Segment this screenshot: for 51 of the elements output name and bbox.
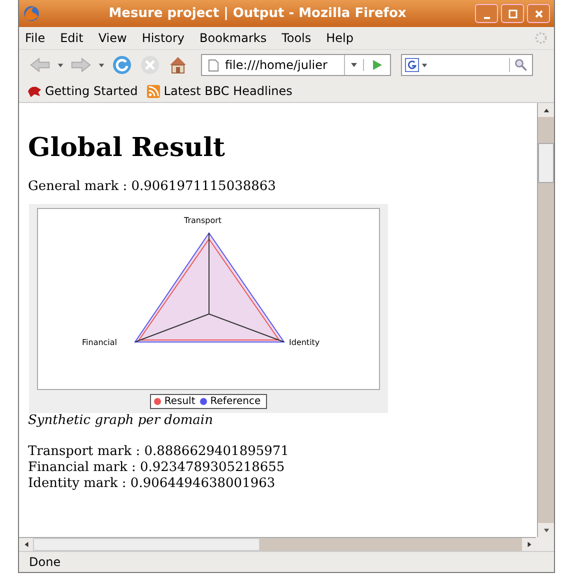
legend-label: Result <box>164 396 196 407</box>
domain-mark-text: Identity mark : 0.9064494638001963 <box>28 476 276 492</box>
page-heading: Global Result <box>28 133 226 163</box>
forward-arrow-icon[interactable] <box>70 55 92 75</box>
legend-label: Reference <box>210 396 261 407</box>
dropdown-arrow-icon[interactable] <box>57 62 64 68</box>
search-engine-icon[interactable] <box>405 58 419 72</box>
status-text: Done <box>29 555 61 569</box>
window-title: Mesure project | Output - Mozilla Firefox <box>108 6 408 21</box>
menu-item[interactable]: View <box>98 31 127 45</box>
maximize-button[interactable] <box>501 4 524 23</box>
maximize-icon <box>508 8 518 18</box>
scroll-left-arrow-icon[interactable] <box>22 541 30 548</box>
domain-mark-text: Financial mark : 0.9234789305218655 <box>28 460 286 476</box>
menu-item[interactable]: History <box>142 31 185 45</box>
scroll-right-arrow-icon[interactable] <box>526 541 532 548</box>
axis-label: Identity <box>289 338 320 347</box>
axis-label: Transport <box>184 216 222 225</box>
search-field[interactable] <box>401 54 533 76</box>
axis-label: Financial <box>82 338 118 347</box>
minimize-icon <box>484 16 490 18</box>
general-mark-text: General mark : 0.9061971115038863 <box>28 179 277 194</box>
menu-item[interactable]: Edit <box>60 31 84 45</box>
minimize-button[interactable] <box>475 4 498 23</box>
scroll-up-arrow-icon[interactable] <box>542 106 550 114</box>
globe-icon <box>23 5 40 22</box>
throbber-icon <box>534 31 548 45</box>
rss-feed-icon <box>146 84 161 98</box>
dropdown-arrow-icon[interactable] <box>98 62 105 68</box>
reload-icon[interactable] <box>111 55 133 75</box>
scrollbar-thumb[interactable] <box>33 538 260 551</box>
dropdown-arrow-icon[interactable] <box>421 62 428 68</box>
menu-item[interactable]: Help <box>326 31 354 45</box>
address-field[interactable]: file:///home/julier <box>201 54 391 76</box>
menu-item[interactable]: Tools <box>282 31 312 45</box>
menu-item[interactable]: File <box>25 31 46 45</box>
domain-mark-text: Transport mark : 0.8886629401895971 <box>28 444 290 460</box>
close-button[interactable] <box>527 4 550 23</box>
dropdown-arrow-icon[interactable] <box>350 61 358 69</box>
menu-item[interactable]: Bookmarks <box>200 31 267 45</box>
scroll-down-arrow-icon[interactable] <box>542 526 550 534</box>
scrollbar-thumb[interactable] <box>538 143 554 183</box>
page-icon <box>208 58 219 72</box>
bird-icon <box>27 84 42 98</box>
close-icon <box>534 8 544 18</box>
bookmark-link[interactable]: Latest BBC Headlines <box>146 84 292 98</box>
bookmark-link[interactable]: Getting Started <box>27 84 138 98</box>
back-arrow-icon[interactable] <box>29 55 51 75</box>
horizontal-scrollbar[interactable] <box>19 537 536 551</box>
chart-caption: Synthetic graph per domain <box>28 413 214 428</box>
vertical-scrollbar[interactable] <box>537 103 554 537</box>
